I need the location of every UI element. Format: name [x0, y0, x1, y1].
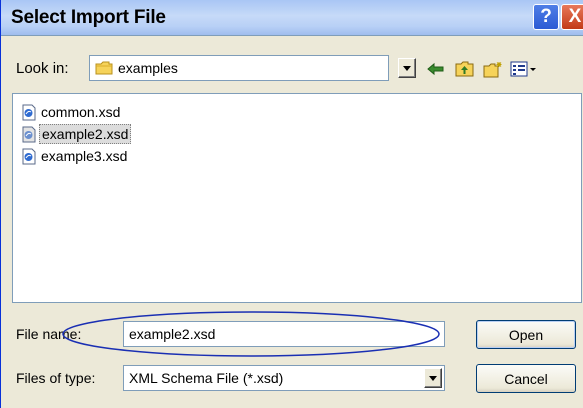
look-in-label: Look in:	[16, 60, 69, 77]
file-name-input[interactable]: example2.xsd	[123, 321, 445, 347]
help-icon: ?	[540, 6, 552, 27]
title-bar[interactable]: Select Import File ? X	[1, 0, 583, 36]
back-arrow-icon[interactable]	[425, 58, 447, 80]
close-button[interactable]: X	[561, 4, 583, 30]
file-name-text: example3.xsd	[41, 148, 128, 164]
file-item-example2[interactable]: example2.xsd	[21, 124, 132, 144]
file-item-example3[interactable]: example3.xsd	[21, 146, 129, 166]
chevron-down-icon	[403, 65, 411, 71]
files-of-type-dropdown-button[interactable]	[424, 368, 442, 388]
files-of-type-value: XML Schema File (*.xsd)	[129, 370, 284, 386]
files-of-type-label: Files of type:	[16, 370, 96, 386]
open-button[interactable]: Open	[476, 320, 576, 349]
xsd-file-icon	[21, 148, 36, 165]
file-name-text: example2.xsd	[39, 124, 132, 144]
help-button[interactable]: ?	[533, 4, 559, 30]
close-icon: X	[568, 6, 582, 27]
look-in-combobox[interactable]: examples	[89, 55, 389, 81]
select-import-file-dialog: Select Import File ? X Look in: examples	[0, 0, 583, 408]
folder-icon	[95, 61, 113, 75]
file-list[interactable]: common.xsd example2.xsd example3.xsd	[12, 93, 582, 303]
new-folder-icon[interactable]	[482, 58, 504, 80]
file-name-text: common.xsd	[41, 104, 121, 120]
file-name-label: File name:	[16, 326, 82, 342]
dialog-title: Select Import File	[11, 7, 166, 28]
views-menu-icon[interactable]	[509, 58, 539, 80]
file-item-common[interactable]: common.xsd	[21, 102, 122, 122]
xsd-file-icon	[21, 104, 36, 121]
xsd-file-icon	[21, 126, 36, 143]
look-in-value: examples	[118, 60, 178, 76]
files-of-type-combobox[interactable]: XML Schema File (*.xsd)	[123, 365, 445, 391]
chevron-down-icon	[429, 375, 437, 381]
look-in-dropdown-button[interactable]	[398, 58, 416, 78]
up-folder-icon[interactable]	[453, 58, 475, 80]
cancel-button[interactable]: Cancel	[476, 364, 576, 393]
